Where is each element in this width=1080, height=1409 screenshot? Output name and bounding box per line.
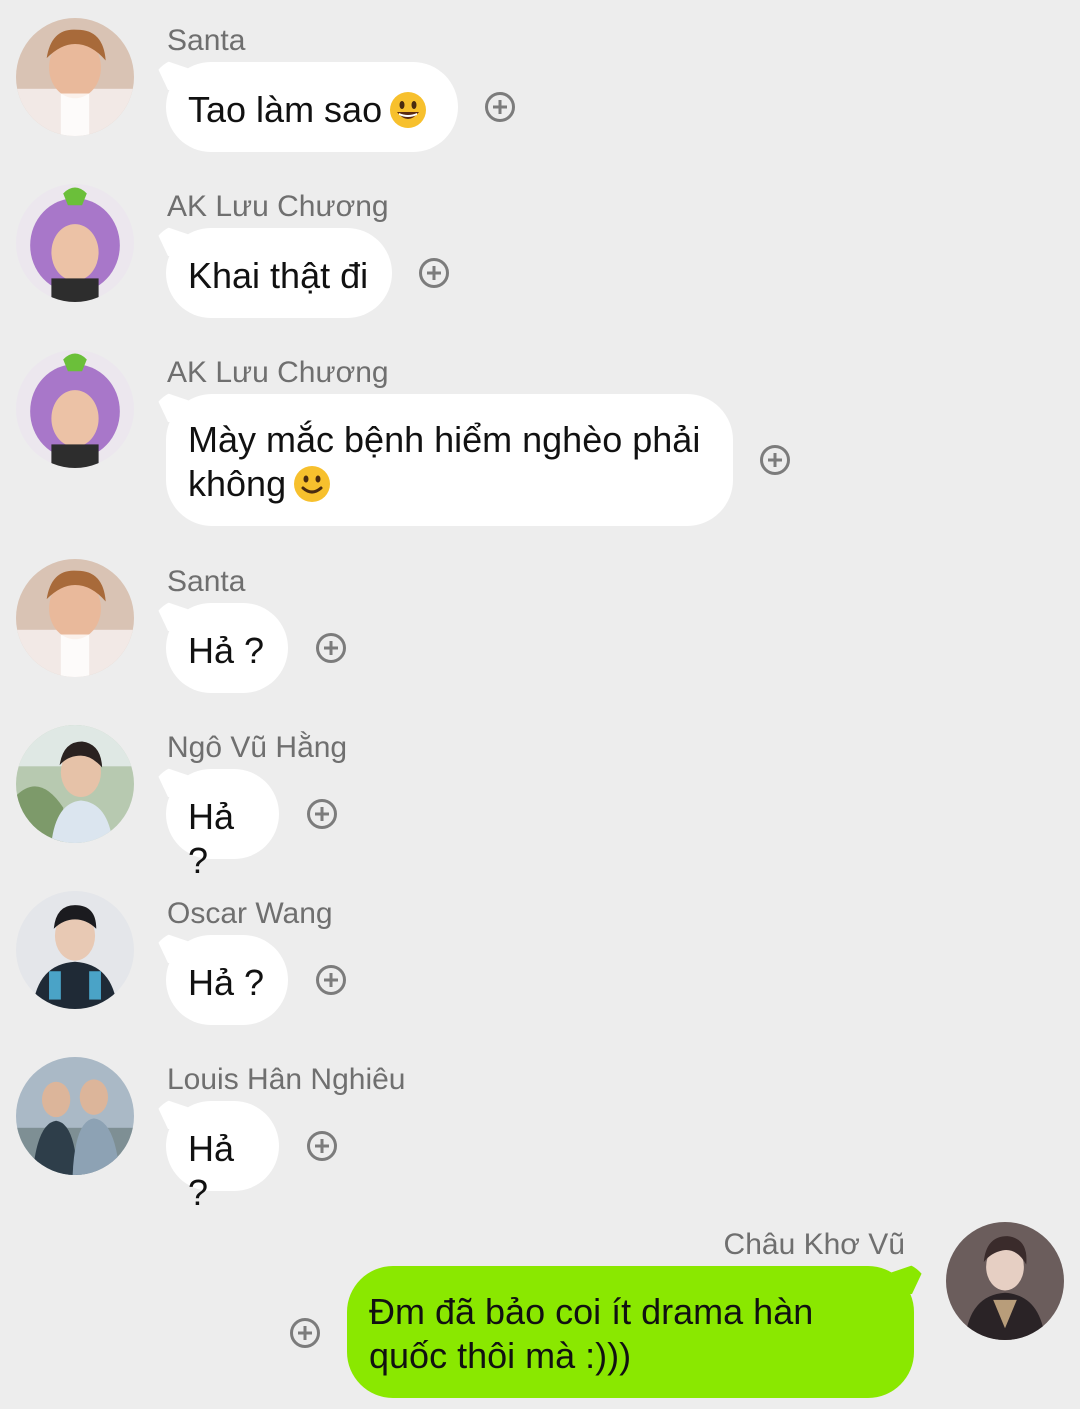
avatar-ngo-vu-hang[interactable] [16, 725, 134, 843]
message-bubble[interactable]: Tao làm sao [166, 62, 458, 152]
avatar-santa[interactable] [16, 18, 134, 136]
sender-name: Châu Khơ Vũ [723, 1228, 905, 1261]
avatar-chau-kho-vu[interactable] [946, 1222, 1064, 1340]
add-reaction-button[interactable] [316, 965, 346, 995]
message-bubble[interactable]: Hả ? [166, 603, 288, 693]
add-reaction-button[interactable] [307, 799, 337, 829]
message-text: Khai thật đi [188, 255, 369, 296]
avatar-oscar-wang[interactable] [16, 891, 134, 1009]
add-reaction-button[interactable] [307, 1131, 337, 1161]
message-bubble[interactable]: Hả ? [166, 769, 279, 881]
add-reaction-button[interactable] [419, 258, 449, 288]
message-text: Mày mắc bệnh hiểm nghèo phải [188, 419, 701, 460]
sender-name: Ngô Vũ Hằng [167, 731, 348, 764]
message-text: Đm đã bảo coi ít drama hàn [369, 1291, 814, 1332]
sender-name: AK Lưu Chương [167, 356, 389, 389]
sender-name: Oscar Wang [167, 897, 333, 930]
message-text: không [188, 463, 287, 504]
avatar-santa[interactable] [16, 559, 134, 677]
avatar-louis-han-nghieu[interactable] [16, 1057, 134, 1175]
add-reaction-button[interactable] [760, 445, 790, 475]
slightly-smiling-face-icon [292, 464, 332, 504]
sender-name: Santa [167, 565, 246, 598]
avatar-ak-luu-chuong[interactable] [16, 350, 134, 468]
add-reaction-button[interactable] [485, 92, 515, 122]
message-bubble[interactable]: Khai thật đi [166, 228, 392, 318]
sender-name: Louis Hân Nghiêu [167, 1063, 406, 1096]
message-text: Tao làm sao [188, 89, 383, 130]
message-bubble[interactable]: Đm đã bảo coi ít drama hàn quốc thôi mà … [347, 1266, 914, 1398]
message-text: Hả ? [188, 630, 265, 671]
sender-name: Santa [167, 24, 246, 57]
message-text: Hả ? [188, 962, 265, 1003]
message-text: Hả ? [188, 1128, 235, 1213]
message-bubble[interactable]: Mày mắc bệnh hiểm nghèo phải không [166, 394, 733, 526]
message-bubble[interactable]: Hả ? [166, 935, 288, 1025]
avatar-ak-luu-chuong[interactable] [16, 184, 134, 302]
sender-name: AK Lưu Chương [167, 190, 389, 223]
message-text: quốc thôi mà :))) [369, 1335, 632, 1376]
grinning-face-icon [388, 90, 428, 130]
message-bubble[interactable]: Hả ? [166, 1101, 279, 1213]
message-text: Hả ? [188, 796, 235, 881]
add-reaction-button[interactable] [290, 1318, 320, 1348]
add-reaction-button[interactable] [316, 633, 346, 663]
